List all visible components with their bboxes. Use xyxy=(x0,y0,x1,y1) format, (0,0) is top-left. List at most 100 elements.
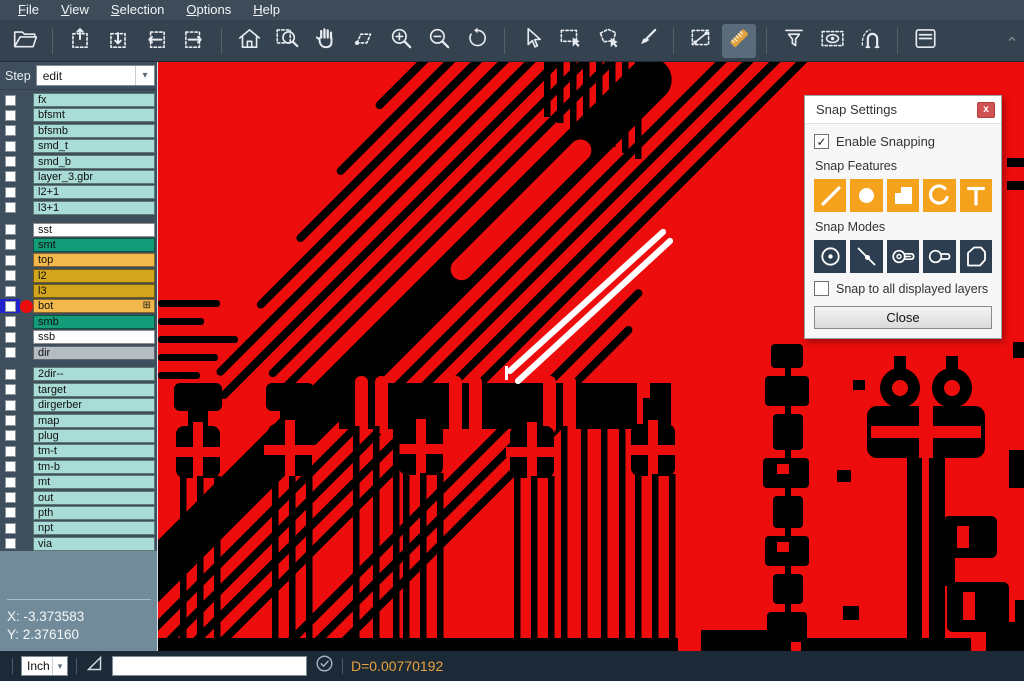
layer-row-l2[interactable]: l2 xyxy=(0,269,157,283)
layer-chip[interactable]: dir xyxy=(33,346,155,360)
zoom-in-button[interactable] xyxy=(384,24,418,58)
layer-chip[interactable]: tm-t xyxy=(33,444,155,458)
home-view-button[interactable] xyxy=(232,24,266,58)
layer-chip[interactable]: ssb xyxy=(33,330,155,344)
snap-feature-line-button[interactable] xyxy=(814,179,846,212)
layer-visibility-checkbox[interactable] xyxy=(0,315,20,329)
toolbar-overflow-chevron[interactable] xyxy=(1006,32,1018,50)
measure-ruler-button[interactable] xyxy=(722,24,756,58)
menu-view[interactable]: View xyxy=(51,0,99,20)
layer-row-pth[interactable]: pth xyxy=(0,506,157,520)
measure-line-button[interactable] xyxy=(684,24,718,58)
snap-mode-closest-button[interactable] xyxy=(850,240,882,273)
import-up-button[interactable] xyxy=(63,24,97,58)
layer-chip[interactable]: l2 xyxy=(33,269,155,283)
layer-chip[interactable]: l2+1 xyxy=(33,185,155,199)
menu-options[interactable]: Options xyxy=(176,0,241,20)
layer-visibility-checkbox[interactable] xyxy=(0,299,20,313)
select-cursor-button[interactable] xyxy=(515,24,549,58)
layer-visibility-checkbox[interactable] xyxy=(0,253,20,267)
layer-chip[interactable]: tm-b xyxy=(33,460,155,474)
layer-row-layer_3.gbr[interactable]: layer_3.gbr xyxy=(0,170,157,184)
import-left-button[interactable] xyxy=(139,24,173,58)
layer-visibility-checkbox[interactable] xyxy=(0,238,20,252)
layer-chip[interactable]: target xyxy=(33,383,155,397)
layer-visibility-checkbox[interactable] xyxy=(0,108,20,122)
snap-feature-arc-button[interactable] xyxy=(923,179,955,212)
layer-chip[interactable]: top xyxy=(33,253,155,267)
menu-help[interactable]: Help xyxy=(243,0,290,20)
open-folder-button[interactable] xyxy=(8,24,42,58)
layer-visibility-checkbox[interactable] xyxy=(0,444,20,458)
layer-visibility-checkbox[interactable] xyxy=(0,537,20,551)
layer-row-bfsmb[interactable]: bfsmb xyxy=(0,124,157,138)
layer-chip[interactable]: fx xyxy=(33,93,155,107)
snap-mode-polygon-button[interactable] xyxy=(960,240,992,273)
layer-row-smt[interactable]: smt xyxy=(0,238,157,252)
layer-row-l3+1[interactable]: l3+1 xyxy=(0,201,157,215)
layer-visibility-checkbox[interactable] xyxy=(0,93,20,107)
transform-shape-button[interactable] xyxy=(346,24,380,58)
layer-chip[interactable]: bfsmb xyxy=(33,124,155,138)
layer-visibility-checkbox[interactable] xyxy=(0,170,20,184)
layer-chip[interactable]: smt xyxy=(33,238,155,252)
layer-chip[interactable]: sst xyxy=(33,223,155,237)
layer-row-l2+1[interactable]: l2+1 xyxy=(0,185,157,199)
layer-visibility-checkbox[interactable] xyxy=(0,398,20,412)
layer-row-out[interactable]: out xyxy=(0,491,157,505)
layer-chip[interactable]: bfsmt xyxy=(33,108,155,122)
layer-visibility-checkbox[interactable] xyxy=(0,223,20,237)
menu-selection[interactable]: Selection xyxy=(101,0,174,20)
layer-chip[interactable]: smd_t xyxy=(33,139,155,153)
layer-chip[interactable]: l3 xyxy=(33,284,155,298)
layer-visibility-checkbox[interactable] xyxy=(0,491,20,505)
layer-visibility-checkbox[interactable] xyxy=(0,124,20,138)
layer-chip[interactable]: mt xyxy=(33,475,155,489)
refresh-check-icon[interactable] xyxy=(315,654,334,678)
layer-row-tm-b[interactable]: tm-b xyxy=(0,460,157,474)
snap-mode-center-button[interactable] xyxy=(814,240,846,273)
zoom-out-button[interactable] xyxy=(422,24,456,58)
layer-row-bot[interactable]: bot⊞ xyxy=(0,299,157,313)
layer-row-bfsmt[interactable]: bfsmt xyxy=(0,108,157,122)
pan-hand-button[interactable] xyxy=(308,24,342,58)
layer-chip[interactable]: pth xyxy=(33,506,155,520)
layer-row-l3[interactable]: l3 xyxy=(0,284,157,298)
dialog-close-x-button[interactable]: x xyxy=(977,102,995,118)
layer-chip[interactable]: dirgerber xyxy=(33,398,155,412)
layer-row-mt[interactable]: mt xyxy=(0,475,157,489)
layer-row-fx[interactable]: fx xyxy=(0,93,157,107)
pcb-canvas[interactable]: Snap Settings x ✓ Enable Snapping Snap F… xyxy=(157,62,1024,651)
layer-chip[interactable]: layer_3.gbr xyxy=(33,170,155,184)
layer-chip[interactable]: 2dir-- xyxy=(33,367,155,381)
dialog-close-button[interactable]: Close xyxy=(814,306,992,329)
layer-visibility-checkbox[interactable] xyxy=(0,475,20,489)
enable-snapping-checkbox[interactable]: ✓ xyxy=(814,134,829,149)
filter-button[interactable] xyxy=(777,24,811,58)
panel-list-button[interactable] xyxy=(908,24,942,58)
layer-row-sst[interactable]: sst xyxy=(0,223,157,237)
layer-visibility-checkbox[interactable] xyxy=(0,185,20,199)
layer-visibility-checkbox[interactable] xyxy=(0,269,20,283)
layer-chip[interactable]: smd_b xyxy=(33,155,155,169)
snap-magnet-button[interactable] xyxy=(853,24,887,58)
layer-visibility-checkbox[interactable] xyxy=(0,429,20,443)
paint-brush-button[interactable] xyxy=(629,24,663,58)
import-right-button[interactable] xyxy=(177,24,211,58)
layer-visibility-checkbox[interactable] xyxy=(0,506,20,520)
layer-row-ssb[interactable]: ssb xyxy=(0,330,157,344)
layer-visibility-checkbox[interactable] xyxy=(0,201,20,215)
dialog-title-bar[interactable]: Snap Settings x xyxy=(805,96,1001,124)
snap-all-layers-checkbox[interactable] xyxy=(814,281,829,296)
layer-chip[interactable]: via xyxy=(33,537,155,551)
layer-row-target[interactable]: target xyxy=(0,383,157,397)
select-polygon-button[interactable] xyxy=(591,24,625,58)
measure-value-input[interactable] xyxy=(112,656,307,676)
snap-feature-text-button[interactable] xyxy=(960,179,992,212)
layer-visibility-checkbox[interactable] xyxy=(0,414,20,428)
layer-row-2dir--[interactable]: 2dir-- xyxy=(0,367,157,381)
layer-chip[interactable]: smb xyxy=(33,315,155,329)
layer-chip[interactable]: npt xyxy=(33,521,155,535)
layer-visibility-checkbox[interactable] xyxy=(0,155,20,169)
layer-row-top[interactable]: top xyxy=(0,253,157,267)
